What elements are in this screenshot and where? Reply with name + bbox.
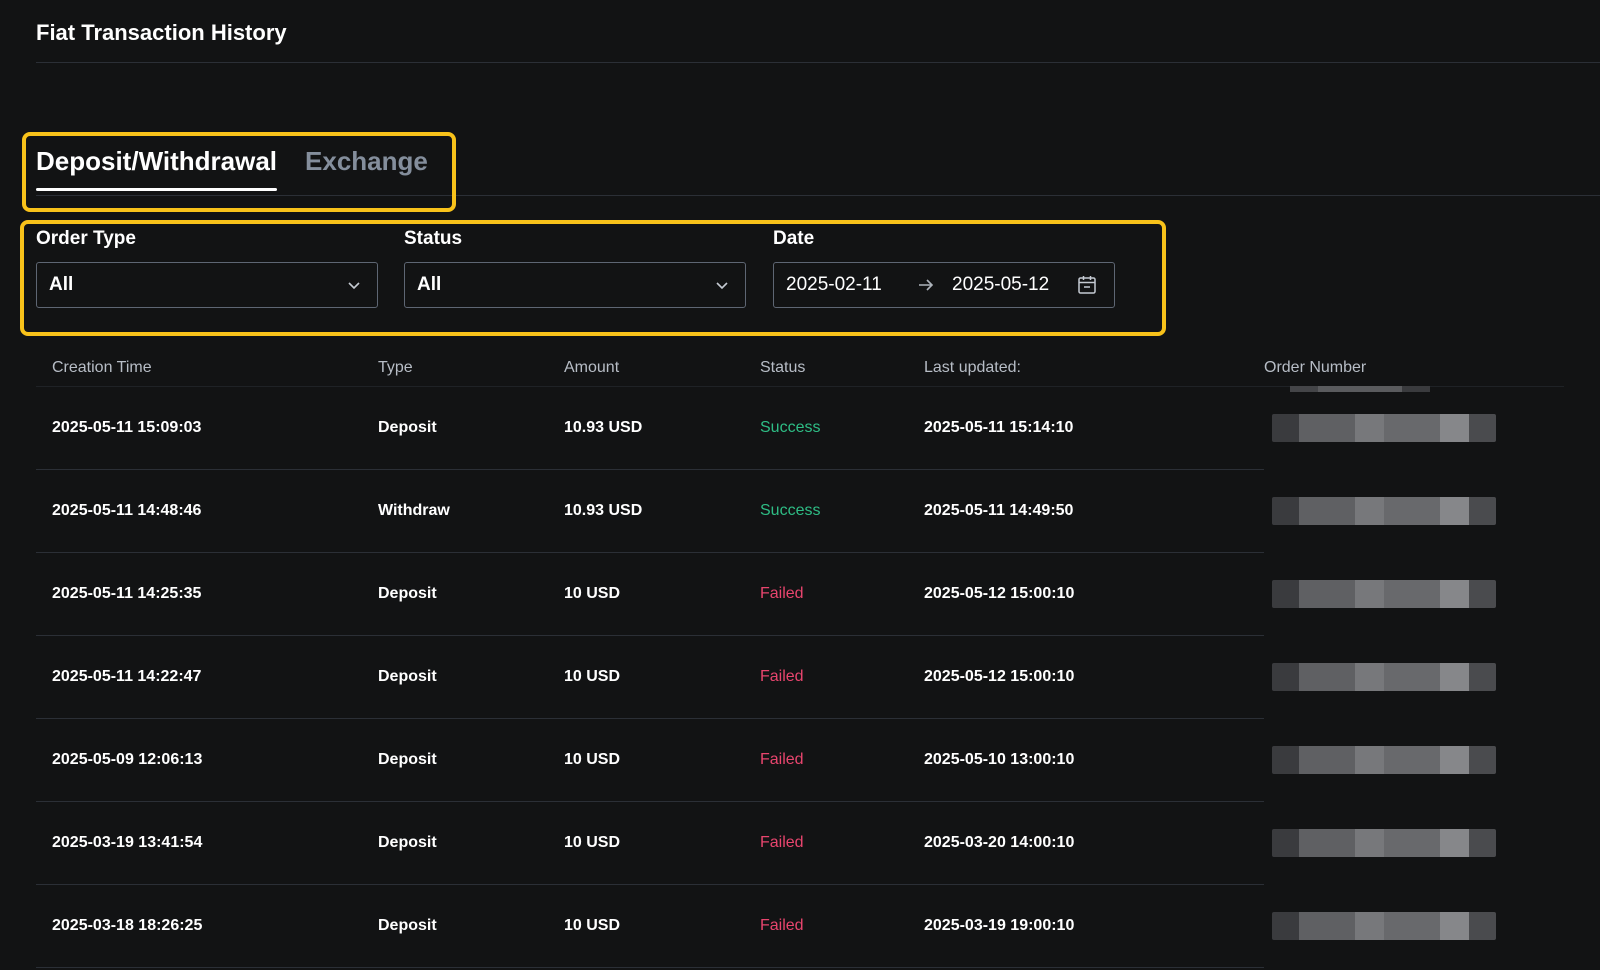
cell-last-updated: 2025-05-12 15:00:10: [924, 635, 1264, 719]
redacted-order-number-fragment: [1290, 386, 1430, 392]
header-order-number: Order Number: [1264, 350, 1564, 387]
status-select[interactable]: All: [404, 262, 746, 308]
cell-type: Deposit: [378, 801, 564, 885]
status-value: All: [417, 274, 442, 295]
chevron-down-icon: [716, 282, 728, 290]
title-divider: [36, 62, 1600, 63]
cell-order-number: [1264, 885, 1564, 968]
table-header-row: Creation Time Type Amount Status Last up…: [36, 350, 1564, 387]
status-badge: Failed: [760, 552, 924, 636]
status-badge: Success: [760, 386, 924, 470]
table-row: 2025-05-11 15:09:03 Deposit 10.93 USD Su…: [36, 386, 1564, 470]
table-row: 2025-05-11 14:22:47 Deposit 10 USD Faile…: [36, 635, 1564, 719]
table-row: 2025-05-11 14:48:46 Withdraw 10.93 USD S…: [36, 469, 1564, 553]
cell-amount: 10 USD: [564, 884, 760, 968]
date-start-input[interactable]: 2025-02-11: [786, 274, 906, 296]
date-range-picker[interactable]: 2025-02-11 2025-05-12: [773, 262, 1115, 308]
header-creation-time: Creation Time: [36, 350, 378, 387]
table-row: 2025-05-09 12:06:13 Deposit 10 USD Faile…: [36, 718, 1564, 802]
table-row: 2025-03-18 18:26:25 Deposit 10 USD Faile…: [36, 884, 1564, 968]
cell-type: Deposit: [378, 635, 564, 719]
cell-type: Deposit: [378, 386, 564, 470]
redacted-order-number: [1272, 497, 1496, 525]
arrow-right-icon: [919, 279, 934, 291]
cell-order-number: [1264, 553, 1564, 636]
page-title: Fiat Transaction History: [36, 20, 287, 45]
header-amount: Amount: [564, 350, 760, 387]
order-type-select[interactable]: All: [36, 262, 378, 308]
cell-last-updated: 2025-03-19 19:00:10: [924, 884, 1264, 968]
cell-amount: 10.93 USD: [564, 469, 760, 553]
cell-creation-time: 2025-05-11 14:48:46: [36, 469, 378, 553]
table-row: 2025-05-11 14:25:35 Deposit 10 USD Faile…: [36, 552, 1564, 636]
cell-creation-time: 2025-05-11 14:22:47: [36, 635, 378, 719]
cell-type: Deposit: [378, 884, 564, 968]
cell-creation-time: 2025-03-19 13:41:54: [36, 801, 378, 885]
cell-order-number: [1264, 802, 1564, 885]
status-badge: Failed: [760, 718, 924, 802]
header-type: Type: [378, 350, 564, 387]
status-badge: Failed: [760, 801, 924, 885]
cell-order-number: [1264, 470, 1564, 553]
cell-last-updated: 2025-03-20 14:00:10: [924, 801, 1264, 885]
redacted-order-number: [1272, 414, 1496, 442]
order-type-label: Order Type: [36, 228, 136, 249]
cell-amount: 10 USD: [564, 635, 760, 719]
header-last-updated: Last updated:: [924, 350, 1264, 387]
cell-amount: 10 USD: [564, 552, 760, 636]
cell-last-updated: 2025-05-12 15:00:10: [924, 552, 1264, 636]
cell-last-updated: 2025-05-11 15:14:10: [924, 386, 1264, 470]
order-type-value: All: [49, 274, 74, 295]
cell-creation-time: 2025-05-11 14:25:35: [36, 552, 378, 636]
status-filter: Status All: [404, 228, 746, 308]
date-filter: Date 2025-02-11 2025-05-12: [773, 228, 1115, 308]
cell-last-updated: 2025-05-10 13:00:10: [924, 718, 1264, 802]
redacted-order-number: [1272, 663, 1496, 691]
status-badge: Failed: [760, 884, 924, 968]
cell-type: Withdraw: [378, 469, 564, 553]
cell-creation-time: 2025-05-09 12:06:13: [36, 718, 378, 802]
cell-amount: 10 USD: [564, 801, 760, 885]
cell-creation-time: 2025-03-18 18:26:25: [36, 884, 378, 968]
cell-creation-time: 2025-05-11 15:09:03: [36, 386, 378, 470]
tab-deposit-withdrawal[interactable]: Deposit/Withdrawal: [36, 146, 278, 191]
cell-amount: 10 USD: [564, 718, 760, 802]
cell-type: Deposit: [378, 718, 564, 802]
status-label: Status: [404, 228, 463, 249]
redacted-order-number: [1272, 829, 1496, 857]
date-label: Date: [773, 228, 815, 249]
cell-last-updated: 2025-05-11 14:49:50: [924, 469, 1264, 553]
redacted-order-number: [1272, 746, 1496, 774]
cell-order-number: [1264, 719, 1564, 802]
tabs-divider: [36, 195, 1600, 196]
tab-bar: Deposit/Withdrawal Exchange: [36, 146, 428, 191]
transactions-table: Creation Time Type Amount Status Last up…: [36, 350, 1564, 968]
chevron-down-icon: [348, 282, 360, 290]
cell-order-number: [1264, 387, 1564, 470]
order-type-filter: Order Type All: [36, 228, 378, 308]
tab-exchange[interactable]: Exchange: [305, 146, 428, 191]
cell-amount: 10.93 USD: [564, 386, 760, 470]
status-badge: Failed: [760, 635, 924, 719]
redacted-order-number: [1272, 912, 1496, 940]
cell-type: Deposit: [378, 552, 564, 636]
cell-order-number: [1264, 636, 1564, 719]
header-status: Status: [760, 350, 924, 387]
redacted-order-number: [1272, 580, 1496, 608]
calendar-icon[interactable]: [1076, 274, 1098, 296]
status-badge: Success: [760, 469, 924, 553]
table-row: 2025-03-19 13:41:54 Deposit 10 USD Faile…: [36, 801, 1564, 885]
date-end-input[interactable]: 2025-05-12: [952, 274, 1070, 296]
